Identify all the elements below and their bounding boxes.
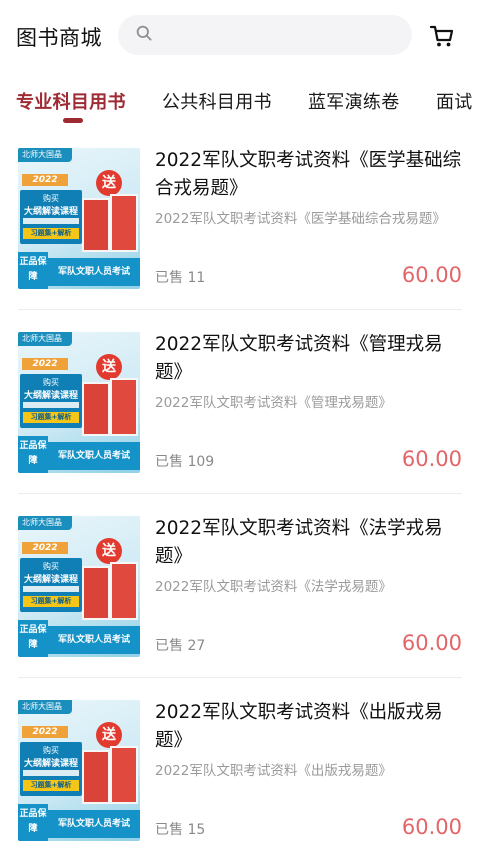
cover-panel-line2: 大纲解读课程 — [23, 207, 78, 217]
product-cover-image: 北师大国晶 2022 购买 大纲解读课程 习题集+解析 送 正品保障 军队文职人… — [18, 332, 140, 473]
search-icon — [136, 25, 152, 45]
product-subtitle: 2022军队文职考试资料《出版戎易题》 — [155, 763, 392, 779]
product-subtitle: 2022军队文职考试资料《管理戎易题》 — [155, 395, 392, 411]
cover-panel-badge: 习题集+解析 — [23, 780, 79, 791]
product-price: 60.00 — [401, 815, 462, 839]
product-title[interactable]: 2022军队文职考试资料《管理戎易题》 — [155, 331, 465, 387]
product-item[interactable]: 北师大国晶 2022 购买 大纲解读课程 习题集+解析 送 正品保障 军队文职人… — [0, 320, 480, 504]
cover-brand: 北师大国晶 — [22, 518, 62, 527]
gift-badge: 送 — [96, 354, 122, 380]
product-cover-image: 北师大国晶 2022 购买 大纲解读课程 习题集+解析 送 正品保障 军队文职人… — [18, 516, 140, 657]
product-title[interactable]: 2022军队文职考试资料《法学戎易题》 — [155, 515, 465, 571]
product-subtitle: 2022军队文职考试资料《医学基础综合戎易题》 — [155, 211, 446, 227]
cover-panel-line1: 购买 — [43, 194, 59, 203]
cover-brand: 北师大国晶 — [22, 702, 62, 711]
search-bar[interactable] — [118, 15, 412, 55]
product-item[interactable]: 北师大国晶 2022 购买 大纲解读课程 习题集+解析 送 正品保障 军队文职人… — [0, 136, 480, 320]
gift-badge: 送 — [96, 722, 122, 748]
category-tabs: 专业科目用书 公共科目用书 蓝军演练卷 面试 — [0, 82, 480, 128]
cover-footer: 军队文职人员考试 — [48, 442, 140, 470]
quality-badge: 正品保障 — [18, 620, 48, 657]
product-price: 60.00 — [401, 263, 462, 287]
page-title: 图书商城 — [16, 26, 102, 50]
quality-badge: 正品保障 — [18, 436, 48, 473]
quality-badge: 正品保障 — [18, 252, 48, 289]
cover-brand: 北师大国晶 — [22, 334, 62, 343]
product-cover-image: 北师大国晶 2022 购买 大纲解读课程 习题集+解析 送 正品保障 军队文职人… — [18, 700, 140, 841]
sold-count: 已售 11 — [155, 270, 206, 286]
product-title[interactable]: 2022军队文职考试资料《出版戎易题》 — [155, 699, 465, 755]
tab-interview[interactable]: 面试 — [436, 88, 473, 114]
product-subtitle: 2022军队文职考试资料《法学戎易题》 — [155, 579, 392, 595]
active-tab-indicator — [63, 118, 83, 123]
tab-professional-books[interactable]: 专业科目用书 — [16, 88, 126, 114]
tab-public-books[interactable]: 公共科目用书 — [162, 88, 272, 114]
cover-panel-line1: 购买 — [43, 378, 59, 387]
search-input[interactable] — [162, 26, 412, 44]
sold-count: 已售 109 — [155, 454, 215, 470]
sold-count: 已售 27 — [155, 638, 206, 654]
top-bar: 图书商城 — [0, 0, 480, 70]
cover-panel-badge: 习题集+解析 — [23, 412, 79, 423]
gift-badge: 送 — [96, 538, 122, 564]
cover-footer: 军队文职人员考试 — [48, 810, 140, 838]
sold-count: 已售 15 — [155, 822, 206, 838]
cover-footer: 军队文职人员考试 — [48, 626, 140, 654]
product-price: 60.00 — [401, 631, 462, 655]
cart-icon[interactable] — [428, 22, 456, 50]
tab-blue-army-papers[interactable]: 蓝军演练卷 — [308, 88, 400, 114]
quality-badge: 正品保障 — [18, 804, 48, 841]
product-item[interactable]: 北师大国晶 2022 购买 大纲解读课程 习题集+解析 送 正品保障 军队文职人… — [0, 504, 480, 688]
cover-year: 2022 — [22, 542, 68, 554]
product-price: 60.00 — [401, 447, 462, 471]
cover-footer: 军队文职人员考试 — [48, 258, 140, 286]
divider — [18, 493, 462, 494]
divider — [18, 677, 462, 678]
cover-panel-badge: 习题集+解析 — [23, 228, 79, 239]
product-cover-image: 北师大国晶 2022 购买 大纲解读课程 习题集+解析 送 正品保障 军队文职人… — [18, 148, 140, 289]
cover-panel-line2: 大纲解读课程 — [23, 575, 78, 585]
cover-brand: 北师大国晶 — [22, 150, 62, 159]
product-title[interactable]: 2022军队文职考试资料《医学基础综合戎易题》 — [155, 147, 465, 203]
cover-year: 2022 — [22, 726, 68, 738]
cover-panel-line1: 购买 — [43, 746, 59, 755]
divider — [18, 309, 462, 310]
cover-panel-badge: 习题集+解析 — [23, 596, 79, 607]
cover-panel-line2: 大纲解读课程 — [23, 759, 78, 769]
gift-badge: 送 — [96, 170, 122, 196]
cover-year: 2022 — [22, 174, 68, 186]
cover-year: 2022 — [22, 358, 68, 370]
cover-panel-line1: 购买 — [43, 562, 59, 571]
cover-panel-line2: 大纲解读课程 — [23, 391, 78, 401]
product-item[interactable]: 北师大国晶 2022 购买 大纲解读课程 习题集+解析 送 正品保障 军队文职人… — [0, 688, 480, 853]
